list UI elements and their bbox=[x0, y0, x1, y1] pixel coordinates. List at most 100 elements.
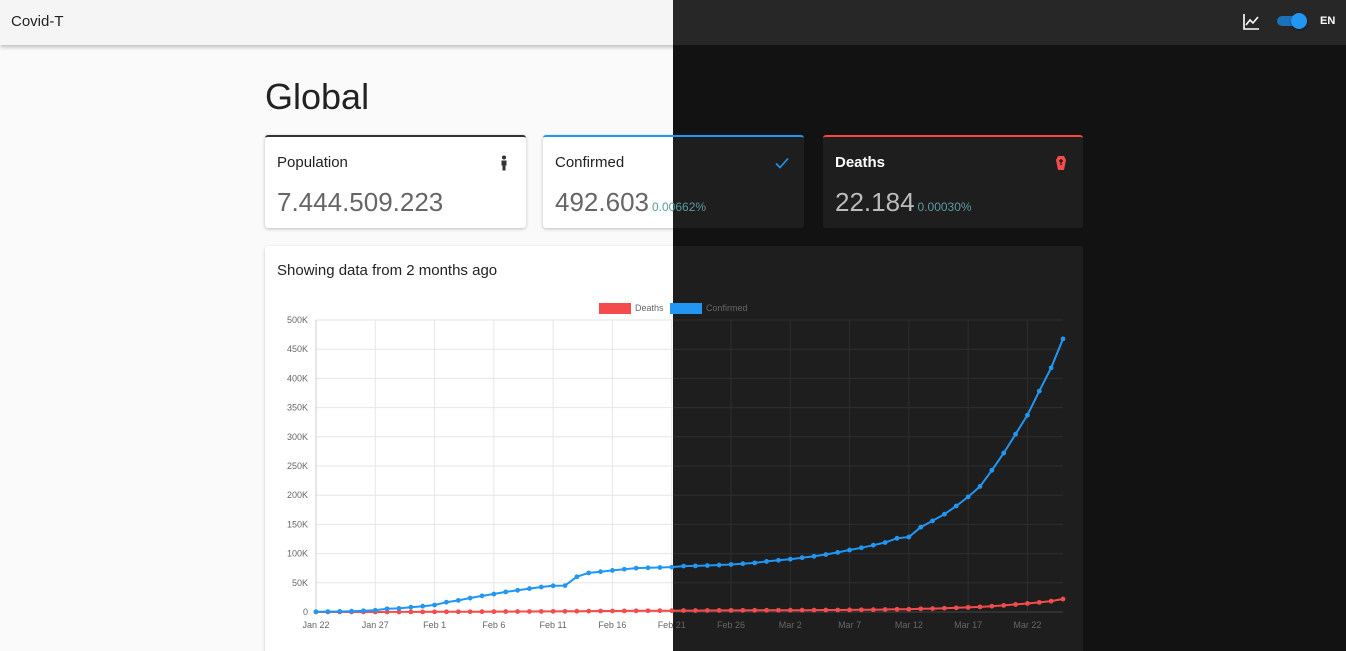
x-tick-label: Mar 22 bbox=[1013, 620, 1041, 630]
data-point-deaths bbox=[527, 609, 532, 614]
data-point-deaths bbox=[859, 607, 864, 613]
data-point-deaths bbox=[693, 608, 698, 613]
data-point-confirmed bbox=[444, 599, 449, 605]
data-point-deaths bbox=[740, 607, 746, 613]
data-point-confirmed bbox=[716, 562, 722, 568]
data-point-confirmed bbox=[1013, 431, 1018, 437]
x-tick-label: Feb 16 bbox=[598, 620, 626, 630]
data-point-confirmed bbox=[704, 563, 710, 568]
y-tick-label: 300K bbox=[287, 432, 308, 442]
x-tick-label: Feb 6 bbox=[482, 620, 505, 630]
data-point-deaths bbox=[847, 607, 852, 613]
x-tick-label: Mar 2 bbox=[779, 620, 802, 630]
data-point-confirmed bbox=[847, 547, 852, 553]
data-point-deaths bbox=[574, 608, 580, 614]
data-point-deaths bbox=[621, 608, 627, 614]
x-tick-label: Mar 7 bbox=[838, 620, 861, 630]
data-point-deaths bbox=[610, 608, 615, 614]
data-point-confirmed bbox=[598, 569, 603, 575]
y-tick-label: 200K bbox=[287, 490, 308, 500]
data-point-deaths bbox=[1036, 599, 1042, 605]
data-point-confirmed bbox=[776, 557, 781, 563]
data-point-confirmed bbox=[408, 604, 414, 610]
x-tick-label: Jan 22 bbox=[302, 620, 329, 630]
data-point-confirmed bbox=[870, 542, 876, 548]
data-point-deaths bbox=[503, 609, 509, 614]
data-point-confirmed bbox=[1060, 336, 1066, 342]
data-point-confirmed bbox=[562, 583, 568, 588]
data-point-confirmed bbox=[538, 584, 544, 590]
data-point-confirmed bbox=[823, 552, 829, 557]
data-point-deaths bbox=[811, 607, 817, 613]
data-point-deaths bbox=[728, 607, 734, 613]
data-point-deaths bbox=[989, 603, 995, 609]
x-tick-label: Feb 11 bbox=[539, 620, 566, 630]
data-point-confirmed bbox=[740, 561, 746, 567]
data-point-confirmed bbox=[420, 603, 426, 609]
data-point-deaths bbox=[1013, 602, 1018, 607]
data-point-confirmed bbox=[681, 563, 686, 569]
data-point-confirmed bbox=[835, 550, 841, 555]
data-point-deaths bbox=[1025, 601, 1030, 606]
data-point-confirmed bbox=[942, 511, 947, 517]
data-point-deaths bbox=[894, 606, 900, 612]
data-point-deaths bbox=[681, 608, 686, 613]
data-point-deaths bbox=[918, 606, 924, 612]
data-point-confirmed bbox=[337, 609, 343, 614]
data-point-deaths bbox=[776, 607, 781, 613]
data-point-deaths bbox=[906, 606, 912, 612]
data-point-deaths bbox=[598, 608, 603, 614]
data-point-confirmed bbox=[989, 467, 995, 473]
y-tick-label: 400K bbox=[287, 373, 308, 383]
x-tick-label: Feb 26 bbox=[717, 620, 745, 630]
data-point-confirmed bbox=[787, 556, 793, 562]
data-point-confirmed bbox=[799, 555, 805, 561]
data-point-deaths bbox=[444, 609, 449, 615]
data-point-confirmed bbox=[479, 593, 485, 599]
y-tick-label: 500K bbox=[287, 315, 308, 325]
data-point-deaths bbox=[491, 609, 497, 615]
data-point-deaths bbox=[823, 607, 829, 613]
legend-label: Confirmed bbox=[706, 303, 748, 313]
legend-label: Deaths bbox=[635, 303, 664, 313]
data-point-confirmed bbox=[610, 568, 615, 573]
data-point-confirmed bbox=[491, 591, 497, 597]
data-point-confirmed bbox=[965, 494, 971, 500]
data-point-confirmed bbox=[396, 605, 402, 611]
data-point-deaths bbox=[586, 608, 592, 614]
data-point-confirmed bbox=[728, 562, 734, 567]
data-point-confirmed bbox=[455, 597, 461, 603]
data-point-confirmed bbox=[325, 609, 331, 615]
data-point-confirmed bbox=[527, 586, 532, 591]
data-point-confirmed bbox=[977, 484, 983, 489]
x-tick-label: Mar 12 bbox=[895, 620, 923, 630]
data-point-confirmed bbox=[859, 545, 864, 551]
data-point-confirmed bbox=[633, 565, 639, 571]
data-point-deaths bbox=[550, 608, 556, 614]
data-point-deaths bbox=[467, 609, 473, 615]
data-point-deaths bbox=[977, 604, 983, 610]
data-point-confirmed bbox=[361, 608, 366, 614]
data-point-deaths bbox=[835, 607, 841, 613]
data-point-deaths bbox=[408, 609, 414, 615]
data-point-deaths bbox=[930, 606, 935, 612]
data-point-deaths bbox=[1001, 603, 1007, 608]
data-point-deaths bbox=[752, 607, 758, 613]
data-point-confirmed bbox=[1001, 450, 1007, 456]
data-point-confirmed bbox=[503, 589, 509, 595]
data-point-deaths bbox=[942, 605, 947, 611]
data-point-confirmed bbox=[645, 565, 651, 571]
data-point-confirmed bbox=[693, 563, 698, 569]
y-tick-label: 50K bbox=[292, 578, 308, 588]
data-point-deaths bbox=[645, 608, 651, 614]
data-point-confirmed bbox=[752, 560, 758, 566]
data-point-deaths bbox=[787, 607, 793, 613]
data-point-confirmed bbox=[1036, 388, 1042, 394]
data-point-deaths bbox=[515, 609, 520, 614]
data-point-confirmed bbox=[621, 566, 627, 572]
data-point-confirmed bbox=[930, 518, 935, 524]
data-point-deaths bbox=[479, 609, 485, 615]
data-point-confirmed bbox=[811, 553, 817, 559]
data-point-deaths bbox=[965, 604, 971, 610]
data-point-deaths bbox=[953, 605, 959, 611]
